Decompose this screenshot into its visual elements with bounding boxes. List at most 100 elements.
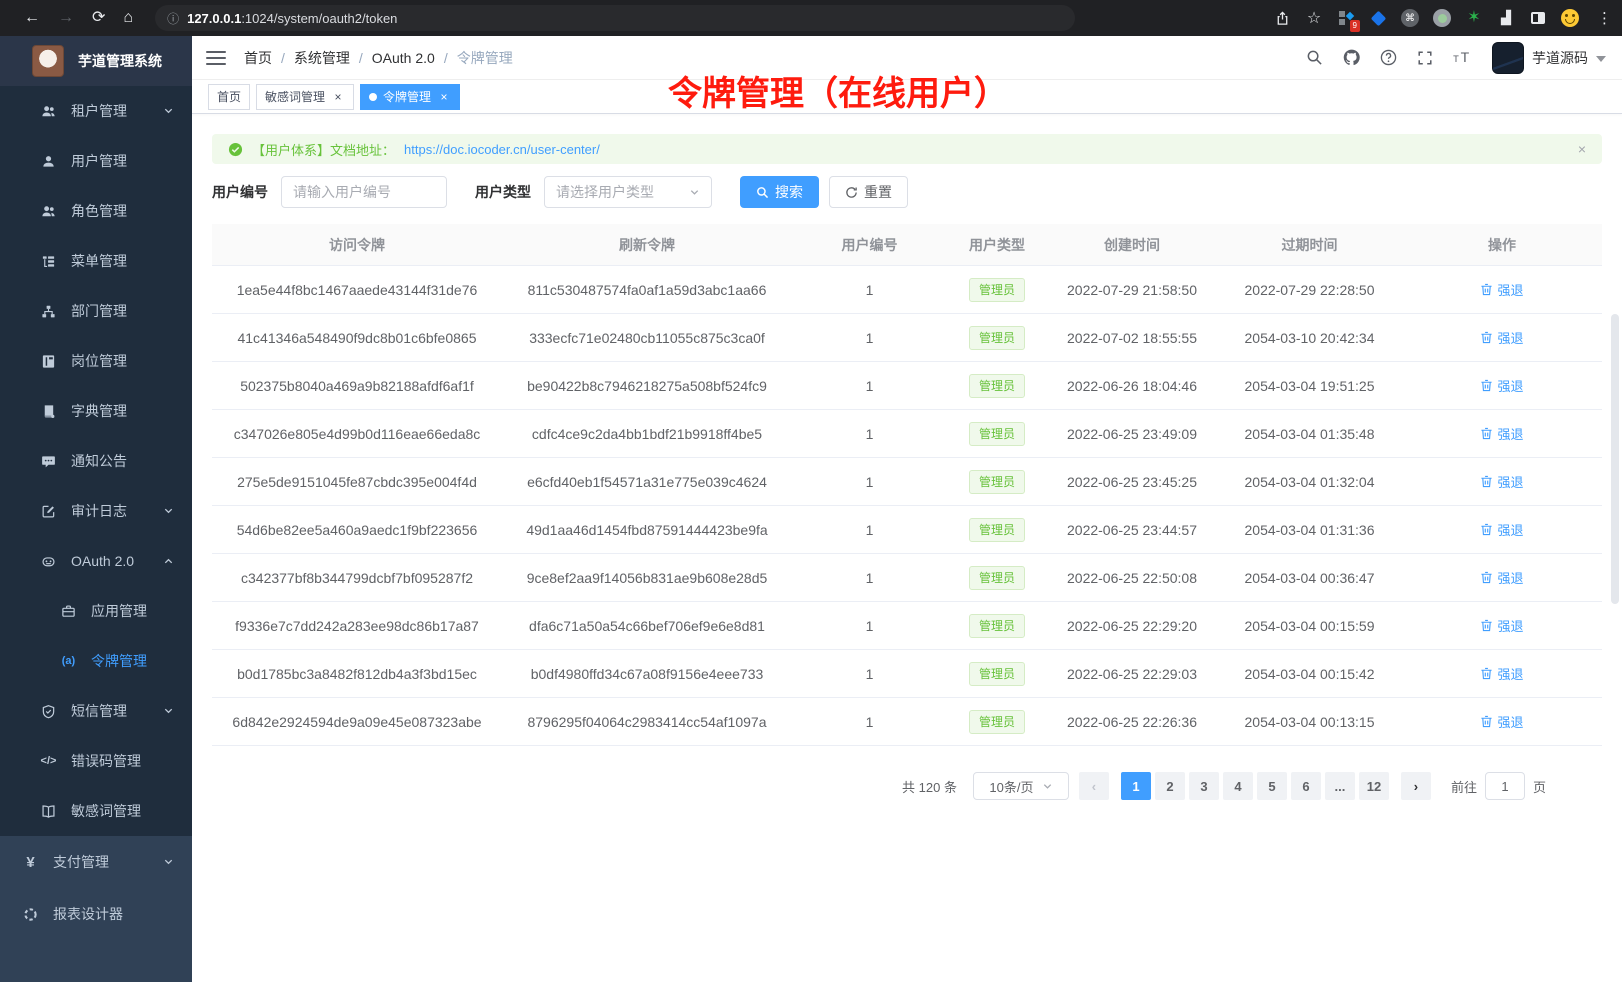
ext-circle-icon[interactable] [1433,9,1451,27]
page-number-button[interactable]: 3 [1189,772,1219,800]
page-scrollbar[interactable] [1611,314,1619,604]
sidebar-item[interactable]: 部门管理 [0,286,192,336]
home-icon[interactable]: ⌂ [123,10,133,26]
breadcrumb-item[interactable]: OAuth 2.0 [372,50,435,66]
ext-gem-icon[interactable] [1369,9,1387,27]
github-icon[interactable] [1340,47,1362,69]
trash-icon [1480,667,1493,680]
sidebar-item[interactable]: (a) 令牌管理 [0,636,192,686]
sidebar-item[interactable]: </> 错误码管理 [0,736,192,786]
ext-star-icon[interactable]: ✶ [1465,9,1483,27]
doc-link[interactable]: https://doc.iocoder.cn/user-center/ [404,142,600,157]
page-number-button[interactable]: ... [1325,772,1355,800]
sidebar-item[interactable]: 审计日志 [0,486,192,536]
expire-time-cell: 2054-03-04 19:51:25 [1217,378,1402,394]
sidebar-item-label: 菜单管理 [71,251,127,271]
prev-page-button[interactable]: ‹ [1079,772,1109,800]
expire-time-cell: 2022-07-29 22:28:50 [1217,282,1402,298]
back-icon[interactable]: ← [24,10,40,26]
page-number-button[interactable]: 2 [1155,772,1185,800]
sidebar-item[interactable]: ¥ 支付管理 [0,836,192,888]
reload-icon[interactable]: ⟳ [92,10,105,26]
tag-tab[interactable]: 敏感词管理 × [256,84,354,110]
tag-close-icon[interactable]: × [331,90,345,104]
refresh-token-cell: cdfc4ce9c2da4bb1bdf21b9918ff4be5 [502,426,792,442]
table-row: 41c41346a548490f9dc8b01c6bfe0865 333ecfc… [212,314,1602,362]
site-info-icon[interactable]: ⓘ [167,10,179,27]
user-id-input[interactable] [281,176,447,208]
force-logout-button[interactable]: 强退 [1480,616,1523,635]
force-logout-button[interactable]: 强退 [1480,280,1523,299]
page-size-select[interactable]: 10条/页 [973,772,1069,800]
forward-icon[interactable]: → [58,10,74,26]
tag-tab[interactable]: 令牌管理 × [360,84,460,110]
force-logout-button[interactable]: 强退 [1480,472,1523,491]
sidebar-item[interactable]: 用户管理 [0,136,192,186]
ext-split-icon[interactable] [1529,9,1547,27]
user-type-tag: 管理员 [969,614,1025,638]
browser-menu-icon[interactable]: ⋮ [1597,9,1612,27]
force-logout-button[interactable]: 强退 [1480,328,1523,347]
page-number-button[interactable]: 6 [1291,772,1321,800]
ext-puzzle-icon[interactable]: ▟ [1497,9,1515,27]
ext-emoji-icon[interactable] [1561,9,1579,27]
ext-cmd-icon[interactable]: ⌘ [1401,9,1419,27]
tag-tab[interactable]: 首页 [208,84,250,110]
breadcrumb-item[interactable]: 系统管理 [294,48,350,68]
page-number-button[interactable]: 1 [1121,772,1151,800]
force-logout-button[interactable]: 强退 [1480,520,1523,539]
force-logout-button[interactable]: 强退 [1480,664,1523,683]
sidebar-item[interactable]: 敏感词管理 [0,786,192,836]
star-icon[interactable]: ☆ [1305,9,1323,27]
user-type-cell: 管理员 [947,518,1047,542]
sidebar-item[interactable]: OAuth 2.0 [0,536,192,586]
sidebar-item[interactable]: 菜单管理 [0,236,192,286]
user-menu[interactable]: 芋道源码 [1492,42,1606,74]
page-number-button[interactable]: 4 [1223,772,1253,800]
goto-page-input[interactable] [1485,772,1525,800]
menu-tree-icon [40,254,57,269]
user-type-select[interactable]: 请选择用户类型 [544,176,712,208]
sidebar-item[interactable]: 字典管理 [0,386,192,436]
fontsize-icon[interactable]: TT [1451,47,1473,69]
sidebar-item[interactable]: 岗位管理 [0,336,192,386]
chevron-down-icon [1042,781,1053,792]
page-number-button[interactable]: 12 [1359,772,1389,800]
force-logout-button[interactable]: 强退 [1480,424,1523,443]
share-icon[interactable] [1273,9,1291,27]
navbar-action-icons: TT [1303,47,1473,69]
url-bar[interactable]: ⓘ 127.0.0.1:1024/system/oauth2/token [155,5,1075,31]
alert-close-icon[interactable]: × [1578,141,1586,157]
reset-button[interactable]: 重置 [829,176,908,208]
tag-close-icon[interactable]: × [437,90,451,104]
breadcrumb-item[interactable]: 首页 [244,48,272,68]
trash-icon [1480,427,1493,440]
force-logout-button[interactable]: 强退 [1480,712,1523,731]
force-logout-button[interactable]: 强退 [1480,376,1523,395]
user-type-tag: 管理员 [969,278,1025,302]
sidebar-item[interactable]: 通知公告 [0,436,192,486]
breadcrumb-item[interactable]: 令牌管理 [457,48,513,68]
sidebar-collapse-icon[interactable] [206,51,226,65]
audit-edit-icon [40,504,57,519]
question-icon[interactable] [1377,47,1399,69]
sidebar-item[interactable]: 角色管理 [0,186,192,236]
access-token-cell: f9336e7c7dd242a283ee98dc86b17a87 [212,618,502,634]
sms-shield-icon [40,704,57,719]
fullscreen-icon[interactable] [1414,47,1436,69]
next-page-button[interactable]: › [1401,772,1431,800]
force-logout-button[interactable]: 强退 [1480,568,1523,587]
sidebar-item[interactable]: 短信管理 [0,686,192,736]
expire-time-cell: 2054-03-10 20:42:34 [1217,330,1402,346]
refresh-token-cell: b0df4980ffd34c67a08f9156e4eee733 [502,666,792,682]
app-logo[interactable]: 芋道管理系统 [0,36,192,86]
page-number-button[interactable]: 5 [1257,772,1287,800]
ext-pieces-icon[interactable]: 9 [1337,9,1355,27]
pay-yen-icon: ¥ [22,854,39,871]
sidebar-item[interactable]: 租户管理 [0,86,192,136]
sidebar-item[interactable]: 报表设计器 [0,888,192,940]
search-button[interactable]: 搜索 [740,176,819,208]
action-cell: 强退 [1402,520,1602,539]
search-icon[interactable] [1303,47,1325,69]
sidebar-item[interactable]: 应用管理 [0,586,192,636]
